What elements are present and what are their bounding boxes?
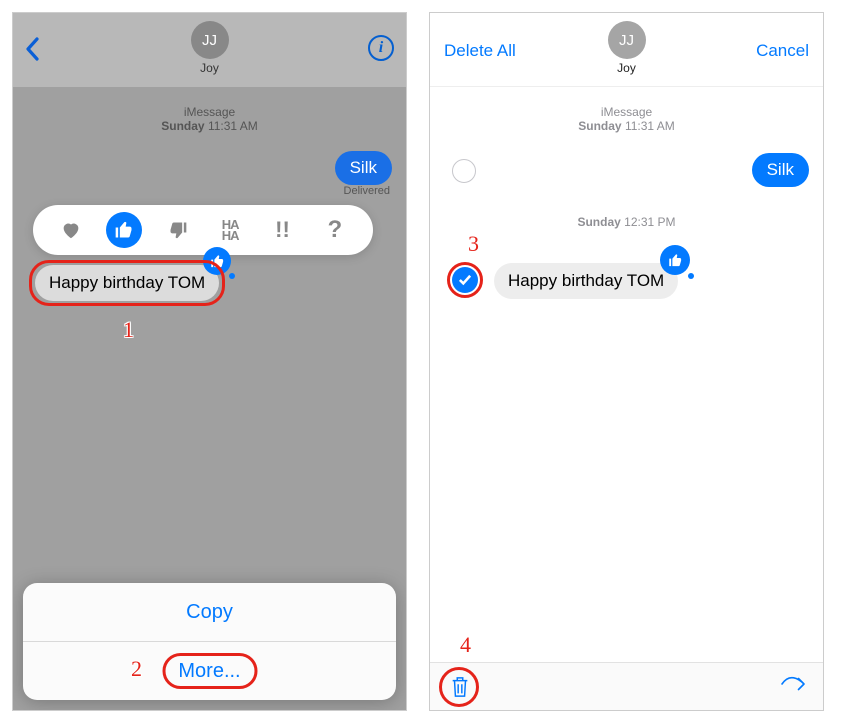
edit-toolbar [430, 662, 823, 710]
tapback-haha-icon[interactable]: HA HA [213, 213, 247, 247]
tapback-badge-icon [660, 245, 690, 275]
contact-name: Joy [13, 61, 406, 75]
incoming-message-wrap: Happy birthday TOM [35, 265, 219, 301]
tapback-question-icon[interactable]: ? [318, 213, 352, 247]
tapback-heart-icon[interactable] [54, 213, 88, 247]
callout-number-1: 1 [123, 317, 134, 343]
tapback-menu: HA HA !! ? [33, 205, 373, 255]
callout-ring-3 [447, 262, 483, 298]
action-sheet: Copy More... [23, 583, 396, 700]
callout-number-2: 2 [131, 656, 142, 682]
chat-header-edit: Delete All JJ Joy Cancel [430, 13, 823, 87]
info-button[interactable]: i [368, 35, 394, 61]
service-label: iMessage [13, 105, 406, 119]
callout-number-3: 3 [468, 231, 479, 257]
tapback-tail-icon [688, 273, 694, 279]
select-circle-empty[interactable] [452, 159, 476, 183]
contact-name: Joy [430, 61, 823, 75]
tapback-exclaim-icon[interactable]: !! [265, 213, 299, 247]
timestamp-meta: iMessage Sunday 11:31 AM [430, 105, 823, 133]
action-more[interactable]: More... [23, 642, 396, 700]
service-label: iMessage [430, 105, 823, 119]
share-button[interactable] [779, 673, 807, 700]
timestamp-meta-2: Sunday 12:31 PM [430, 215, 823, 229]
delivery-status: Delivered [344, 185, 390, 197]
cancel-button[interactable]: Cancel [756, 41, 809, 61]
tapback-thumbs-up-icon[interactable] [106, 212, 142, 248]
right-screenshot: Delete All JJ Joy Cancel iMessage Sunday… [429, 12, 824, 711]
contact-avatar[interactable]: JJ [191, 21, 229, 59]
trash-button[interactable] [446, 673, 474, 701]
outgoing-message[interactable]: Silk [335, 151, 392, 185]
callout-ring-4 [439, 667, 479, 707]
message-row-1: Silk [430, 153, 823, 193]
callout-oval-2 [162, 653, 257, 689]
incoming-message[interactable]: Happy birthday TOM [35, 265, 219, 301]
outgoing-message[interactable]: Silk [752, 153, 809, 187]
timestamp-meta: iMessage Sunday 11:31 AM [13, 105, 406, 133]
left-screenshot: JJ Joy i iMessage Sunday 11:31 AM Silk D… [12, 12, 407, 711]
action-copy[interactable]: Copy [23, 583, 396, 641]
tapback-thumbs-down-icon[interactable] [161, 213, 195, 247]
contact-avatar[interactable]: JJ [608, 21, 646, 59]
chat-header: JJ Joy i [13, 13, 406, 87]
incoming-message[interactable]: Happy birthday TOM [494, 263, 678, 299]
callout-number-4: 4 [460, 632, 471, 658]
message-row-2: Happy birthday TOM [430, 257, 823, 307]
